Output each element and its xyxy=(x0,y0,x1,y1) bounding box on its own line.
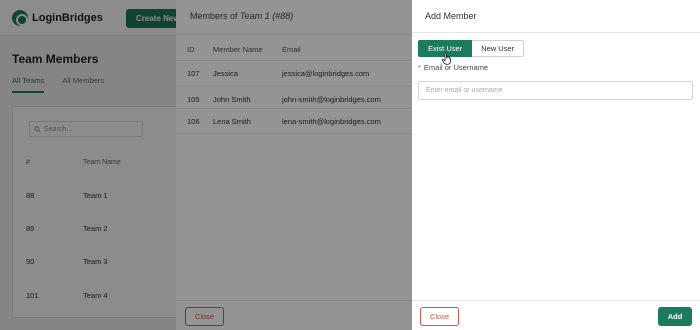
add-button[interactable]: Add xyxy=(658,307,692,326)
user-type-toggle: Exist User New User xyxy=(418,40,525,57)
add-drawer-footer: Close Add xyxy=(412,300,700,330)
close-button[interactable]: Close xyxy=(420,307,459,326)
add-member-drawer: Add Member Exist User New User * Email or… xyxy=(412,0,700,330)
members-drawer-overlay[interactable] xyxy=(176,0,412,330)
email-field-label: * Email or Username xyxy=(418,63,488,72)
new-user-button[interactable]: New User xyxy=(472,40,525,57)
divider xyxy=(412,32,700,33)
required-mark: * xyxy=(418,63,421,72)
email-or-username-input[interactable] xyxy=(418,81,693,100)
email-field-label-text: Email or Username xyxy=(423,63,489,72)
add-member-title: Add Member xyxy=(425,11,477,21)
